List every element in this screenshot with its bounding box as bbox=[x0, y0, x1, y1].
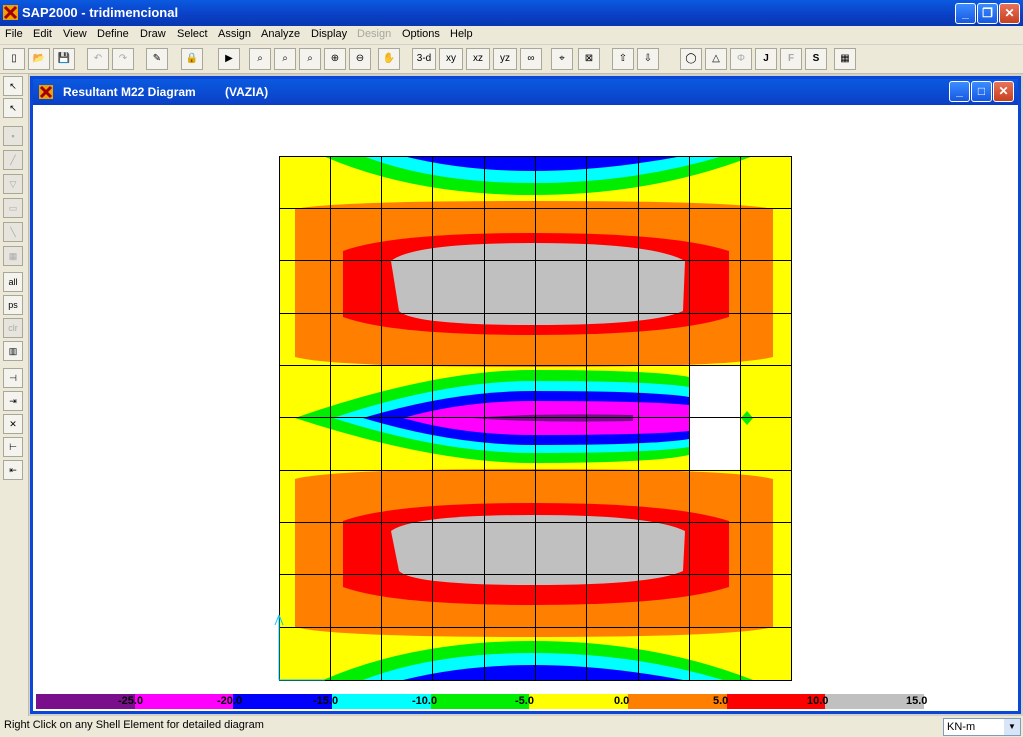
select-all-button[interactable]: all bbox=[3, 272, 23, 292]
color-scale-bar bbox=[36, 694, 925, 709]
scale-label: 5.0 bbox=[713, 695, 729, 707]
app-title-bar: SAP2000 - tridimencional _ ❐ ✕ bbox=[0, 0, 1023, 26]
pointer-icon[interactable]: ↖ bbox=[3, 76, 23, 96]
zoom-out-icon[interactable]: ⊖ bbox=[349, 48, 371, 70]
status-message: Right Click on any Shell Element for det… bbox=[4, 719, 264, 731]
restore-button[interactable]: ❐ bbox=[977, 3, 998, 24]
view-yz-button[interactable]: yz bbox=[493, 48, 517, 70]
redo-icon: ↷ bbox=[112, 48, 134, 70]
view-xz-button[interactable]: xz bbox=[466, 48, 490, 70]
menu-view[interactable]: View bbox=[63, 28, 87, 40]
menu-options[interactable]: Options bbox=[402, 28, 440, 40]
intersecting-line-icon[interactable]: ▥ bbox=[3, 341, 23, 361]
menu-help[interactable]: Help bbox=[450, 28, 473, 40]
diagram-window: Resultant M22 Diagram (VAZIA) _ □ ✕ -25.… bbox=[30, 76, 1021, 714]
display-phi-icon: Φ bbox=[730, 48, 752, 70]
move-up-icon[interactable]: ⇧ bbox=[612, 48, 634, 70]
scale-label: 10.0 bbox=[807, 695, 829, 707]
menu-define[interactable]: Define bbox=[97, 28, 129, 40]
display-joint-icon[interactable]: J bbox=[755, 48, 777, 70]
scale-swatch-7 bbox=[628, 694, 727, 709]
display-loads-icon[interactable]: △ bbox=[705, 48, 727, 70]
minimize-button[interactable]: _ bbox=[955, 3, 976, 24]
display-frame-icon: F bbox=[780, 48, 802, 70]
open-file-icon[interactable]: 📂 bbox=[28, 48, 50, 70]
view-xy-button[interactable]: xy bbox=[439, 48, 463, 70]
draw-rect-shell-icon: ▭ bbox=[3, 198, 23, 218]
sap-logo-icon bbox=[3, 5, 18, 20]
diagram-canvas[interactable]: -25.0 -20.0 -15.0 -10.0 -5.0 0.0 5.0 10.… bbox=[33, 105, 1018, 711]
menu-analyze[interactable]: Analyze bbox=[261, 28, 300, 40]
view-3d-button[interactable]: 3-d bbox=[412, 48, 436, 70]
save-icon[interactable]: 💾 bbox=[53, 48, 75, 70]
scale-label: -10.0 bbox=[412, 695, 438, 707]
draw-quick-shell-icon: ▦ bbox=[3, 246, 23, 266]
diagram-title: Resultant M22 Diagram bbox=[63, 85, 196, 99]
zoom-window-icon[interactable]: ⌕ bbox=[249, 48, 271, 70]
previous-selection-button[interactable]: ps bbox=[3, 295, 23, 315]
scale-label: -20.0 bbox=[217, 695, 243, 707]
units-value: KN-m bbox=[947, 721, 976, 733]
draw-frame-icon: ╱ bbox=[3, 150, 23, 170]
perspective-icon[interactable]: ∞ bbox=[520, 48, 542, 70]
snap-lines-icon[interactable]: ⇤ bbox=[3, 460, 23, 480]
snap-intersections-icon[interactable]: ✕ bbox=[3, 414, 23, 434]
diagram-maximize-button[interactable]: □ bbox=[971, 81, 992, 102]
main-toolbar: ▯ 📂 💾 ↶ ↷ ✎ 🔒 ▶ ⌕ ⌕ ⌕ ⊕ ⊖ ✋ 3-d xy xz yz… bbox=[0, 45, 1023, 74]
run-analysis-icon[interactable]: ▶ bbox=[218, 48, 240, 70]
menu-draw[interactable]: Draw bbox=[140, 28, 166, 40]
menu-file[interactable]: File bbox=[5, 28, 23, 40]
snap-joints-icon[interactable]: ⊣ bbox=[3, 368, 23, 388]
draw-joint-icon: ▪ bbox=[3, 126, 23, 146]
undo-icon: ↶ bbox=[87, 48, 109, 70]
close-button[interactable]: ✕ bbox=[999, 3, 1020, 24]
move-down-icon[interactable]: ⇩ bbox=[637, 48, 659, 70]
left-toolbar: ↖ ↖ ▪ ╱ ▽ ▭ ╲ ▦ all ps clr ▥ ⊣ ⇥ ✕ ⊢ ⇤ bbox=[0, 74, 29, 716]
display-joints-icon[interactable]: ◯ bbox=[680, 48, 702, 70]
new-file-icon[interactable]: ▯ bbox=[3, 48, 25, 70]
snap-ends-icon[interactable]: ⇥ bbox=[3, 391, 23, 411]
zoom-in-icon[interactable]: ⊕ bbox=[324, 48, 346, 70]
diagram-close-button[interactable]: ✕ bbox=[993, 81, 1014, 102]
chevron-down-icon[interactable]: ▼ bbox=[1004, 719, 1020, 735]
load-case-label: (VAZIA) bbox=[225, 85, 269, 99]
zoom-restore-icon[interactable]: ⌕ bbox=[274, 48, 296, 70]
pencil-icon[interactable]: ✎ bbox=[146, 48, 168, 70]
scale-label: -15.0 bbox=[313, 695, 339, 707]
scale-label: -25.0 bbox=[118, 695, 144, 707]
status-bar: Right Click on any Shell Element for det… bbox=[0, 716, 1023, 737]
pan-icon[interactable]: ✋ bbox=[378, 48, 400, 70]
menu-display[interactable]: Display bbox=[311, 28, 347, 40]
scale-label: 0.0 bbox=[614, 695, 630, 707]
clear-selection-button: clr bbox=[3, 318, 23, 338]
shrink-icon[interactable]: ⊠ bbox=[578, 48, 600, 70]
diagram-window-title-bar: Resultant M22 Diagram (VAZIA) _ □ ✕ bbox=[33, 79, 1018, 105]
m22-contour-plot[interactable] bbox=[33, 105, 1018, 711]
units-dropdown[interactable]: KN-m ▼ bbox=[943, 718, 1021, 736]
display-table-icon[interactable]: ▦ bbox=[834, 48, 856, 70]
menu-assign[interactable]: Assign bbox=[218, 28, 251, 40]
snap-perpendicular-icon[interactable]: ⊢ bbox=[3, 437, 23, 457]
menu-design: Design bbox=[357, 28, 392, 40]
draw-poly-shell-icon: ▽ bbox=[3, 174, 23, 194]
scale-label: 15.0 bbox=[906, 695, 928, 707]
diagram-minimize-button[interactable]: _ bbox=[949, 81, 970, 102]
reshape-icon[interactable]: ↖ bbox=[3, 98, 23, 118]
app-title: SAP2000 - tridimencional bbox=[22, 5, 179, 20]
select-all-icon[interactable]: ⌖ bbox=[551, 48, 573, 70]
zoom-full-icon[interactable]: ⌕ bbox=[299, 48, 321, 70]
draw-quick-frame-icon: ╲ bbox=[3, 222, 23, 242]
menu-select[interactable]: Select bbox=[177, 28, 208, 40]
sap-logo-icon bbox=[39, 85, 53, 99]
display-shell-icon[interactable]: S bbox=[805, 48, 827, 70]
menu-edit[interactable]: Edit bbox=[33, 28, 52, 40]
scale-label: -5.0 bbox=[515, 695, 534, 707]
menu-bar: File Edit View Define Draw Select Assign… bbox=[0, 26, 1023, 44]
lock-icon[interactable]: 🔒 bbox=[181, 48, 203, 70]
